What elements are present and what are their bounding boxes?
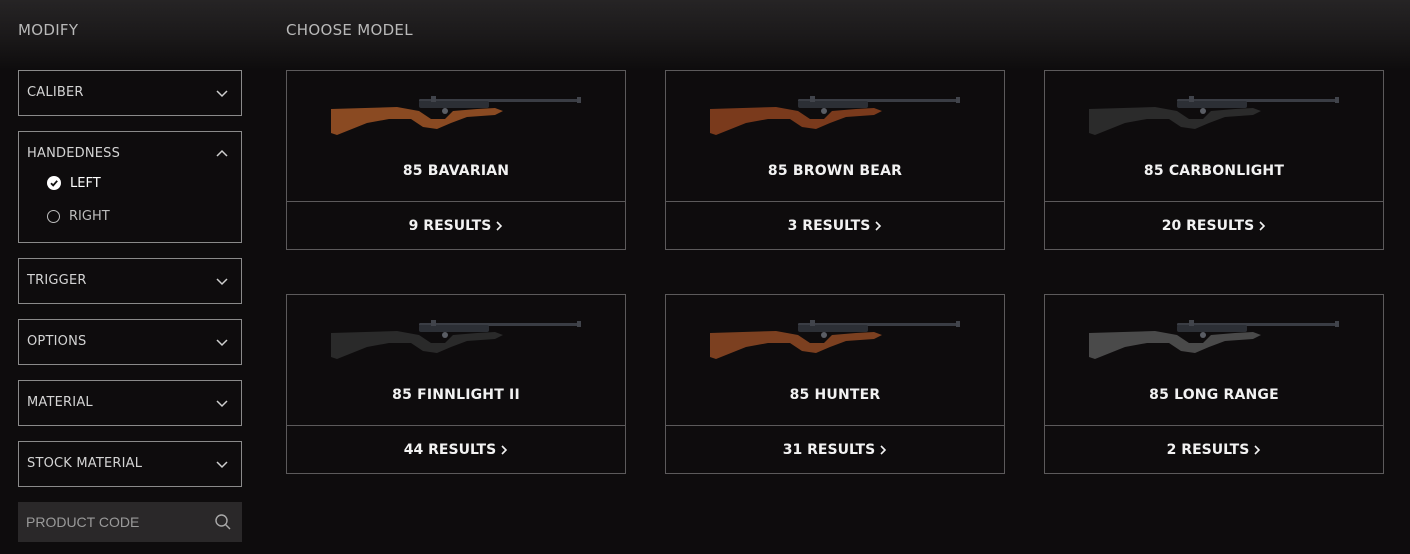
chevron-right-icon — [875, 220, 882, 231]
header-background — [0, 0, 1410, 70]
filter-stock-material[interactable]: STOCK MATERIAL — [18, 441, 242, 487]
results-link[interactable]: 2 RESULTS — [1045, 426, 1383, 473]
model-card-85-brown-bear[interactable]: 85 BROWN BEAR 3 RESULTS — [665, 70, 1005, 250]
filter-options[interactable]: OPTIONS — [18, 319, 242, 365]
filter-trigger[interactable]: TRIGGER — [18, 258, 242, 304]
results-link[interactable]: 20 RESULTS — [1045, 202, 1383, 249]
chevron-down-icon — [216, 400, 228, 408]
chevron-right-icon — [501, 444, 508, 455]
rifle-image — [331, 320, 581, 359]
option-label: LEFT — [70, 175, 101, 191]
results-label: 20 RESULTS — [1161, 217, 1255, 234]
handedness-option-left[interactable]: LEFT — [47, 173, 101, 193]
radio-icon[interactable] — [47, 209, 60, 223]
chevron-down-icon — [216, 90, 228, 98]
results-label: 31 RESULTS — [782, 441, 876, 458]
model-card-85-finnlight-ii[interactable]: 85 FINNLIGHT II 44 RESULTS — [286, 294, 626, 474]
model-card-85-hunter[interactable]: 85 HUNTER 31 RESULTS — [665, 294, 1005, 474]
filter-label: HANDEDNESS — [27, 146, 121, 161]
filter-label: CALIBER — [27, 85, 84, 100]
product-code-search — [18, 502, 242, 542]
results-label: 44 RESULTS — [403, 441, 497, 458]
model-image-area[interactable]: 85 HUNTER — [666, 295, 1004, 425]
rifle-image — [1089, 96, 1339, 135]
filter-label: STOCK MATERIAL — [27, 456, 143, 471]
results-link[interactable]: 9 RESULTS — [287, 202, 625, 249]
results-link[interactable]: 44 RESULTS — [287, 426, 625, 473]
filter-label: OPTIONS — [27, 334, 87, 349]
chevron-right-icon — [880, 444, 887, 455]
chevron-down-icon — [216, 278, 228, 286]
rifle-image — [331, 96, 581, 135]
model-card-85-long-range[interactable]: 85 LONG RANGE 2 RESULTS — [1044, 294, 1384, 474]
rifle-image — [710, 96, 960, 135]
model-image-area[interactable]: 85 CARBONLIGHT — [1045, 71, 1383, 201]
model-image-area[interactable]: 85 LONG RANGE — [1045, 295, 1383, 425]
chevron-up-icon[interactable] — [215, 147, 229, 161]
model-image-area[interactable]: 85 FINNLIGHT II — [287, 295, 625, 425]
product-code-input[interactable] — [18, 502, 208, 542]
model-name: 85 BROWN BEAR — [767, 163, 903, 179]
filter-caliber[interactable]: CALIBER — [18, 70, 242, 116]
option-label: RIGHT — [69, 208, 110, 224]
chevron-right-icon — [496, 220, 503, 231]
model-card-85-carbonlight[interactable]: 85 CARBONLIGHT 20 RESULTS — [1044, 70, 1384, 250]
chevron-down-icon — [216, 461, 228, 469]
filter-label: TRIGGER — [27, 273, 87, 288]
chevron-right-icon — [1259, 220, 1266, 231]
model-name: 85 BAVARIAN — [402, 163, 510, 179]
rifle-image — [710, 320, 960, 359]
filter-material[interactable]: MATERIAL — [18, 380, 242, 426]
model-name: 85 HUNTER — [789, 387, 881, 403]
handedness-option-right[interactable]: RIGHT — [47, 206, 110, 226]
choose-model-heading: CHOOSE MODEL — [286, 21, 413, 39]
results-link[interactable]: 3 RESULTS — [666, 202, 1004, 249]
search-icon[interactable] — [214, 513, 232, 531]
model-image-area[interactable]: 85 BROWN BEAR — [666, 71, 1004, 201]
checkmark-icon[interactable] — [47, 176, 61, 190]
results-label: 2 RESULTS — [1166, 441, 1250, 458]
chevron-right-icon — [1254, 444, 1261, 455]
results-label: 3 RESULTS — [787, 217, 871, 234]
modify-heading: MODIFY — [18, 21, 79, 39]
model-image-area[interactable]: 85 BAVARIAN — [287, 71, 625, 201]
model-card-85-bavarian[interactable]: 85 BAVARIAN 9 RESULTS — [286, 70, 626, 250]
results-label: 9 RESULTS — [408, 217, 492, 234]
model-name: 85 CARBONLIGHT — [1143, 163, 1285, 179]
filter-handedness[interactable]: HANDEDNESS LEFT RIGHT — [18, 131, 242, 243]
filter-label: MATERIAL — [27, 395, 93, 410]
model-name: 85 FINNLIGHT II — [392, 387, 520, 403]
results-link[interactable]: 31 RESULTS — [666, 426, 1004, 473]
chevron-down-icon — [216, 339, 228, 347]
model-name: 85 LONG RANGE — [1149, 387, 1279, 403]
rifle-image — [1089, 320, 1339, 359]
